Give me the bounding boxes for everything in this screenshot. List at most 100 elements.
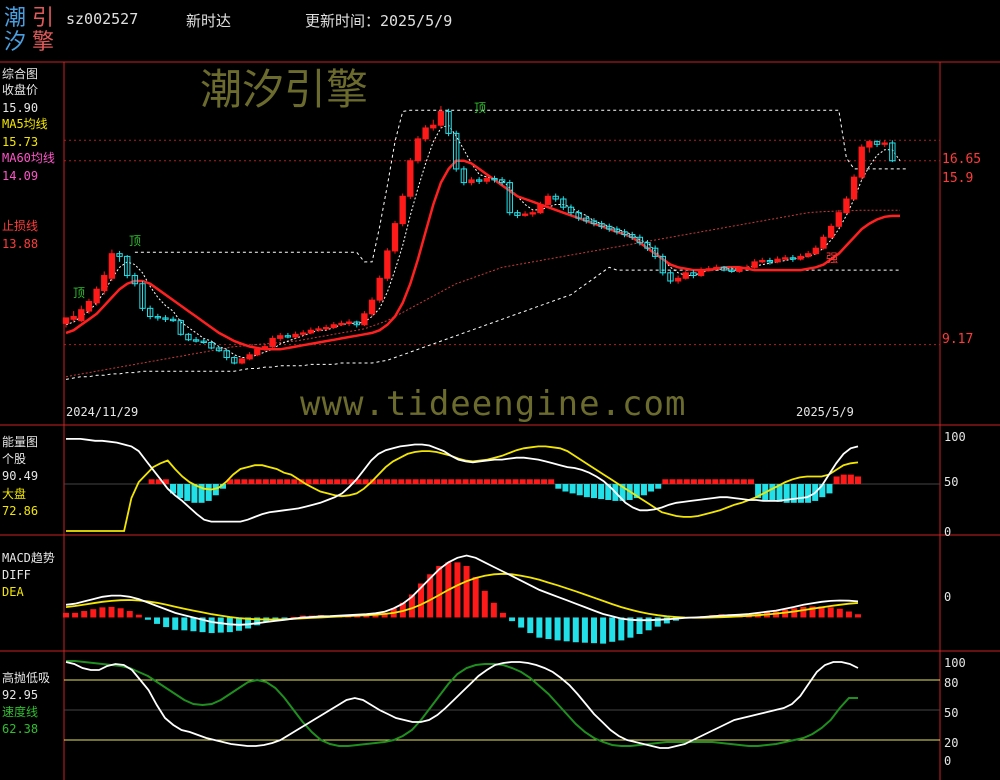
candle-body [797,255,804,260]
macd-bar [81,611,88,618]
energy-bar [826,484,833,494]
candle-body [254,348,261,356]
energy-bar [526,479,533,484]
candle-body [376,277,383,301]
candle-body [78,309,85,322]
gpdx-series [64,660,940,749]
macd-bar [190,617,197,632]
energy-bar [469,479,476,484]
candle-body [62,317,70,324]
candle-body [399,195,406,225]
candle-body [368,299,376,315]
macd-bar [90,609,97,618]
stop-value: 13.88 [2,237,39,251]
candle-body [246,354,253,360]
stop-loss-line [65,159,900,351]
macd-bar [791,608,798,618]
energy-bar [255,479,262,484]
candle-body [269,337,276,348]
macd-bar [836,608,843,618]
energy-bar [312,479,319,484]
candle-body [277,335,284,339]
energy-bar [455,479,462,484]
candle-body [300,332,307,335]
gpdx-tick-20: 20 [944,736,959,750]
top-mark-2: 顶 [129,234,142,248]
gpdx-speed-label: 速度线 [2,705,39,719]
energy-bar [519,479,526,484]
gpdx-tick-100: 100 [944,656,966,670]
gridlines [64,139,940,346]
candle-body [361,313,368,326]
energy-bar [548,479,555,484]
macd-diff-line [65,554,859,626]
energy-bar [576,484,583,496]
macd-dea-label: DEA [2,585,24,599]
energy-bar [391,479,398,484]
macd-bar [845,611,852,618]
macd-bar [481,590,488,618]
energy-market-value: 72.86 [2,504,39,518]
energy-bar [833,476,840,484]
energy-bar [327,479,333,484]
candle-body [430,124,437,129]
macd-bar [499,612,506,618]
gpdx-speed-line [66,660,858,747]
candle-body [881,142,888,145]
macd-bar [591,617,597,644]
ma60-label: MA60均线 [2,151,55,165]
top-mark-3: 顶 [474,101,487,115]
energy-bar [669,479,676,484]
macd-bar [454,562,461,618]
close-label: 收盘价 [2,83,39,97]
watermark-url: www.tideengine.com [300,384,687,424]
candle-body [315,328,322,331]
candle-body [483,178,491,182]
energy-bar [690,479,697,484]
macd-bar [518,617,525,628]
energy-bar [569,484,576,494]
candle-body [407,160,414,197]
energy-bar [648,484,655,492]
candle-body [774,258,781,263]
energy-bar [248,479,255,484]
energy-bar [305,479,312,484]
energy-bar [733,479,740,484]
candle-body [101,275,108,292]
candle-body [843,198,850,214]
energy-bar [591,484,597,499]
gpdx-tick-80: 80 [944,676,959,690]
candle-body [820,236,827,249]
macd-title: MACD趋势 [2,551,55,565]
candle-body [751,261,758,268]
candle-body [782,257,789,260]
close-value: 15.90 [2,101,39,115]
macd-bar [827,607,834,618]
macd-bar [217,617,224,633]
candle-body [682,272,689,279]
candle-body [93,288,100,304]
ma60-value: 14.09 [2,169,39,183]
energy-bar [640,484,647,496]
energy-bar [184,484,191,501]
energy-bar [434,479,441,484]
gpdx-value: 92.95 [2,688,39,702]
energy-bar [191,484,198,503]
macd-bar [144,617,151,620]
candle-body [322,326,330,330]
energy-bar [662,479,669,484]
energy-market-label: 大盘 [2,487,27,501]
macd-tick-0: 0 [944,590,952,604]
macd-bar [609,617,616,642]
ma60-line [65,209,900,378]
energy-bar [448,479,455,484]
candle-body [805,253,812,257]
candle-body [537,203,544,214]
candle-body [705,268,712,271]
energy-bar [205,484,212,501]
candle-body [743,266,751,270]
ma5-value: 15.73 [2,135,39,149]
macd-bar [545,617,552,640]
macd-diff-label: DIFF [2,568,31,582]
candle-body [345,321,353,324]
